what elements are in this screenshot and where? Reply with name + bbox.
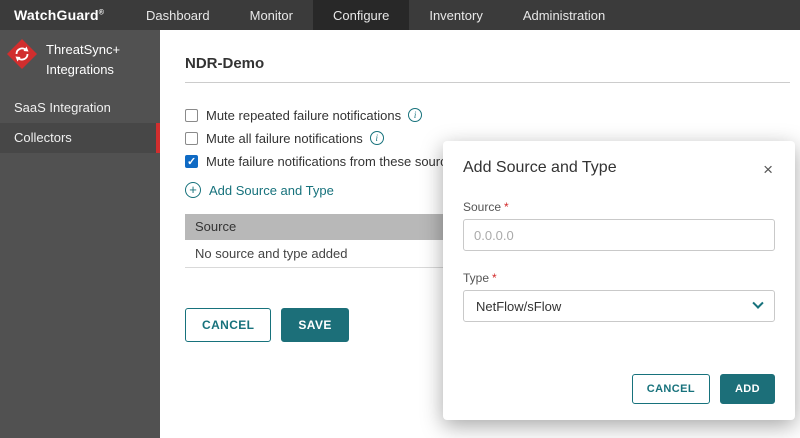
brand-logo[interactable]: WatchGuard® — [0, 0, 112, 30]
nav-administration[interactable]: Administration — [503, 0, 625, 30]
type-field-label: Type* — [463, 271, 775, 285]
sidebar-item-collectors[interactable]: Collectors — [0, 123, 160, 153]
checkbox-box[interactable] — [185, 132, 198, 145]
nav-inventory[interactable]: Inventory — [409, 0, 502, 30]
add-source-type-button[interactable]: + Add Source and Type — [185, 182, 334, 198]
sidebar-title: ThreatSync+ Integrations — [46, 38, 120, 79]
type-select[interactable]: NetFlow/sFlow — [463, 290, 775, 322]
type-select-value: NetFlow/sFlow — [476, 299, 561, 314]
add-source-type-label: Add Source and Type — [209, 183, 334, 198]
source-field: Source* — [463, 200, 775, 251]
nav-menu: Dashboard Monitor Configure Inventory Ad… — [126, 0, 625, 30]
modal-cancel-button[interactable]: CANCEL — [632, 374, 710, 404]
sidebar-title-line1: ThreatSync+ — [46, 40, 120, 60]
nav-monitor[interactable]: Monitor — [230, 0, 313, 30]
page-title: NDR-Demo — [185, 55, 264, 72]
checkbox-label: Mute failure notifications from these so… — [206, 154, 460, 169]
registered-mark: ® — [99, 9, 104, 16]
app-window: WatchGuard® Dashboard Monitor Configure … — [0, 0, 800, 438]
plus-icon: + — [185, 182, 201, 198]
nav-configure[interactable]: Configure — [313, 0, 409, 30]
page-actions: CANCEL SAVE — [185, 308, 349, 342]
save-button[interactable]: SAVE — [281, 308, 348, 342]
cancel-button[interactable]: CANCEL — [185, 308, 271, 342]
checkbox-box[interactable] — [185, 155, 198, 168]
brand-name: WatchGuard® — [14, 7, 104, 23]
modal-actions: CANCEL ADD — [632, 374, 775, 404]
threatsync-icon — [6, 38, 38, 70]
nav-dashboard[interactable]: Dashboard — [126, 0, 230, 30]
modal-header: Add Source and Type × — [463, 159, 775, 180]
sidebar-title-line2: Integrations — [46, 60, 120, 80]
sidebar-item-saas-integration[interactable]: SaaS Integration — [0, 93, 160, 123]
checkbox-mute-repeated-failures[interactable]: Mute repeated failure notifications i — [185, 105, 422, 125]
modal-title: Add Source and Type — [463, 159, 617, 177]
sidebar: ThreatSync+ Integrations SaaS Integratio… — [0, 30, 160, 438]
checkbox-mute-from-sources[interactable]: Mute failure notifications from these so… — [185, 151, 481, 171]
info-icon[interactable]: i — [408, 108, 422, 122]
close-icon[interactable]: × — [761, 159, 775, 180]
required-asterisk: * — [504, 200, 509, 214]
source-field-label: Source* — [463, 200, 775, 214]
checkbox-mute-all-failures[interactable]: Mute all failure notifications i — [185, 128, 384, 148]
chevron-down-icon — [752, 298, 763, 309]
required-asterisk: * — [492, 271, 497, 285]
checkbox-label: Mute all failure notifications — [206, 131, 363, 146]
top-navigation: WatchGuard® Dashboard Monitor Configure … — [0, 0, 800, 30]
title-divider — [185, 82, 790, 83]
add-source-and-type-modal: Add Source and Type × Source* Type* NetF… — [443, 141, 795, 420]
sidebar-header: ThreatSync+ Integrations — [0, 30, 160, 93]
info-icon[interactable]: i — [370, 131, 384, 145]
checkbox-box[interactable] — [185, 109, 198, 122]
type-field: Type* NetFlow/sFlow — [463, 271, 775, 322]
checkbox-label: Mute repeated failure notifications — [206, 108, 401, 123]
modal-add-button[interactable]: ADD — [720, 374, 775, 404]
source-input[interactable] — [463, 219, 775, 251]
